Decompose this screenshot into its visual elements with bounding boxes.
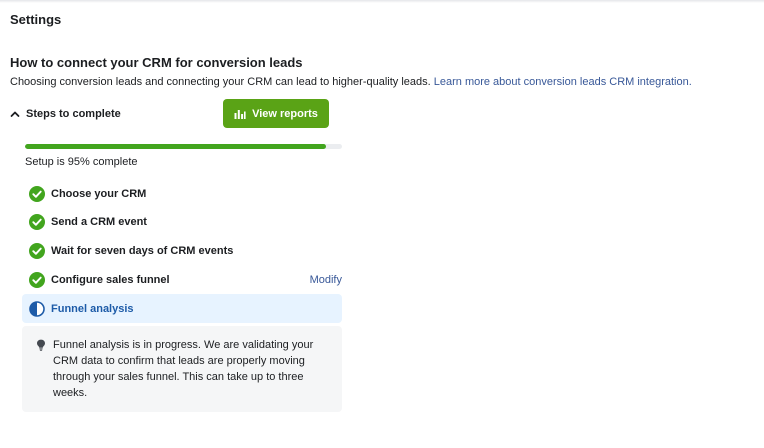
step-send-crm-event: Send a CRM event (22, 208, 342, 236)
bar-chart-icon (234, 109, 246, 119)
learn-more-link[interactable]: Learn more about conversion leads CRM in… (434, 76, 692, 88)
step-funnel-analysis[interactable]: Funnel analysis (22, 294, 342, 323)
page-title: Settings (10, 12, 62, 27)
lightbulb-icon (37, 339, 45, 351)
progress-bar-fill (25, 144, 327, 149)
step-label: Choose your CRM (51, 188, 147, 200)
step-label: Funnel analysis (51, 302, 134, 315)
steps-toggle-label: Steps to complete (26, 108, 121, 120)
step-label: Wait for seven days of CRM events (51, 245, 234, 257)
steps-toggle[interactable]: Steps to complete (10, 107, 121, 121)
top-divider (0, 0, 764, 3)
view-reports-label: View reports (252, 107, 318, 120)
view-reports-button[interactable]: View reports (223, 99, 329, 128)
info-box: Funnel analysis is in progress. We are v… (22, 326, 342, 412)
step-label: Configure sales funnel (51, 274, 170, 286)
section-description-text: Choosing conversion leads and connecting… (10, 76, 434, 88)
check-circle-icon (29, 214, 45, 230)
info-text: Funnel analysis is in progress. We are v… (53, 339, 314, 399)
section-title: How to connect your CRM for conversion l… (10, 55, 303, 70)
step-choose-crm: Choose your CRM (22, 180, 342, 208)
progress-label: Setup is 95% complete (25, 156, 138, 168)
check-circle-icon (29, 272, 45, 288)
step-wait-seven-days: Wait for seven days of CRM events (22, 237, 342, 265)
step-configure-sales-funnel: Configure sales funnel Modify (22, 266, 342, 294)
check-circle-icon (29, 243, 45, 259)
progress-bar (25, 144, 342, 149)
chevron-up-icon (10, 111, 20, 117)
modify-link[interactable]: Modify (310, 274, 342, 286)
section-description: Choosing conversion leads and connecting… (10, 76, 692, 88)
half-circle-icon (29, 300, 45, 317)
step-label: Send a CRM event (51, 216, 147, 228)
check-circle-icon (29, 186, 45, 202)
